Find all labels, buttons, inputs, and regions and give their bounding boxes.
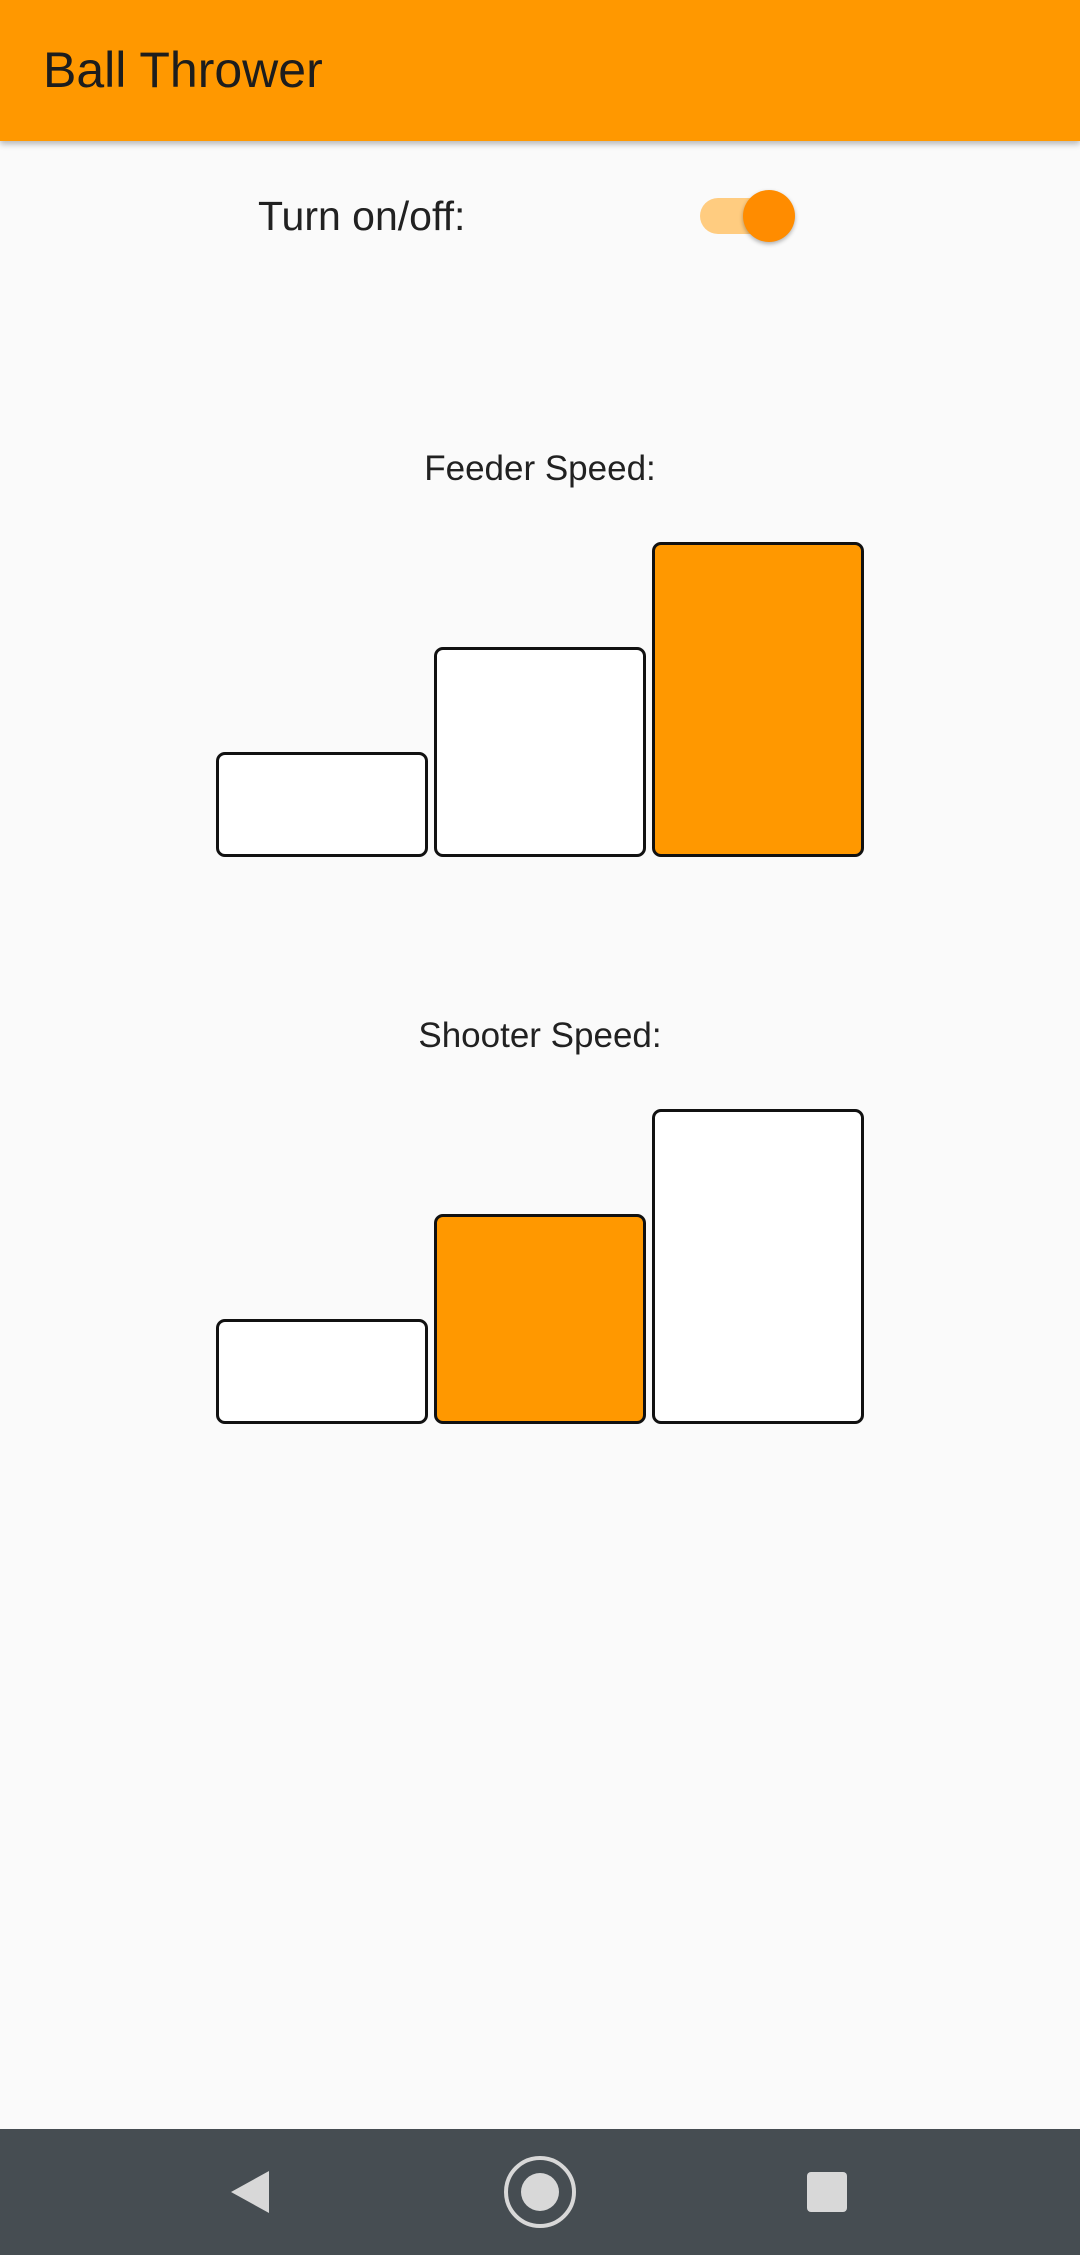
app-bar: Ball Thrower [0, 0, 1080, 141]
shooter-speed-selector [0, 1107, 1080, 1427]
app-title: Ball Thrower [43, 42, 323, 98]
back-icon [231, 2171, 269, 2213]
recents-icon [807, 2172, 847, 2212]
shooter-speed-level-2[interactable] [434, 1214, 646, 1424]
shooter-speed-level-3[interactable] [652, 1109, 864, 1424]
feeder-speed-level-3[interactable] [652, 542, 864, 857]
nav-back-button[interactable] [170, 2129, 330, 2255]
shooter-speed-title: Shooter Speed: [418, 1016, 662, 1055]
home-icon [504, 2156, 576, 2228]
power-row: Turn on/off: [0, 180, 1080, 252]
feeder-speed-level-1[interactable] [216, 752, 428, 857]
power-switch[interactable] [700, 190, 796, 242]
nav-home-button[interactable] [460, 2129, 620, 2255]
system-nav-bar [0, 2129, 1080, 2255]
feeder-speed-level-2[interactable] [434, 647, 646, 857]
power-label: Turn on/off: [258, 193, 466, 239]
feeder-speed-selector [0, 540, 1080, 860]
feeder-speed-title: Feeder Speed: [424, 449, 656, 488]
power-switch-thumb [743, 190, 795, 242]
shooter-speed-level-1[interactable] [216, 1319, 428, 1424]
nav-recents-button[interactable] [747, 2129, 907, 2255]
